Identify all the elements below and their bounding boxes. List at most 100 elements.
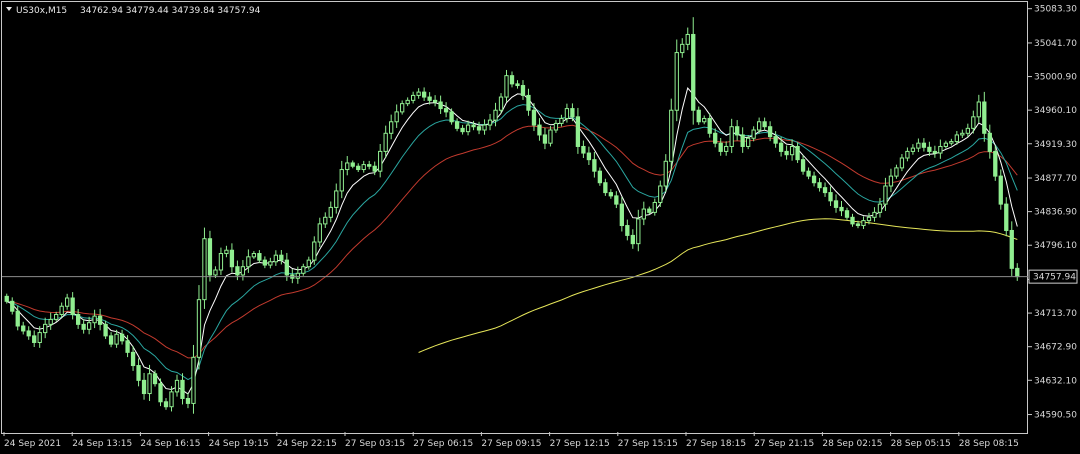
candle-up: [916, 142, 921, 149]
candle-down: [471, 124, 476, 128]
candle-down: [647, 208, 652, 213]
candle-up: [465, 124, 471, 133]
candle-up: [751, 129, 756, 139]
candle-up: [899, 157, 905, 169]
candle-up: [147, 373, 152, 395]
candle-down: [718, 142, 723, 152]
candle-down: [839, 206, 844, 212]
candle-up: [938, 145, 943, 154]
candle-down: [735, 126, 740, 136]
y-axis: 35083.30 35041.70 35000.90 34960.10 34919.30…: [1028, 5, 1077, 421]
candle-up: [960, 132, 965, 136]
candle-down: [520, 85, 526, 96]
candle-down: [141, 379, 147, 395]
candle-down: [4, 295, 9, 302]
candle-down: [421, 91, 427, 98]
candle-up: [202, 238, 207, 301]
candle-down: [784, 150, 789, 156]
candle-up: [702, 117, 707, 123]
candle-down: [833, 200, 839, 208]
x-tick-label: 27 Sep 03:15: [345, 439, 405, 449]
candle-down: [438, 101, 443, 110]
candle-up: [317, 223, 322, 243]
candle-up: [323, 216, 328, 225]
candle-down: [207, 238, 213, 276]
candle-down: [993, 150, 998, 177]
candle-up: [334, 190, 339, 208]
candle-up: [910, 147, 916, 152]
x-tick-label: 28 Sep 02:15: [822, 439, 882, 449]
candle-down: [26, 330, 31, 337]
candle-up: [877, 203, 883, 213]
candle-down: [608, 192, 614, 197]
candle-down: [982, 101, 987, 134]
candle-up: [59, 305, 64, 315]
x-tick-label: 24 Sep 2021: [4, 439, 61, 449]
candle-up: [240, 266, 246, 276]
candle-up: [301, 266, 306, 274]
candle-down: [614, 195, 619, 205]
candle-up: [680, 43, 685, 54]
candle-down: [927, 146, 932, 152]
candle-up: [218, 253, 224, 271]
candle-down: [367, 164, 372, 167]
candle-up: [559, 117, 564, 124]
y-tick-label: 34877.70: [1034, 174, 1077, 184]
candle-down: [921, 142, 927, 148]
candle-up: [410, 94, 416, 101]
candle-down: [460, 127, 465, 133]
candle-up: [383, 132, 388, 152]
candle-up: [493, 109, 498, 121]
candle-down: [427, 96, 432, 101]
candle-down: [350, 162, 355, 167]
candle-up: [789, 145, 795, 156]
candle-up: [685, 33, 690, 45]
candle-up: [674, 52, 679, 111]
candle-down: [691, 33, 696, 111]
candle-up: [361, 164, 366, 171]
y-tick-label: 34713.70: [1034, 309, 1077, 319]
candle-up: [669, 109, 674, 162]
candle-up: [663, 160, 668, 187]
candle-down: [356, 165, 361, 171]
candle-down: [800, 159, 806, 172]
y-tick-label: 34919.30: [1034, 140, 1077, 150]
x-tick-label: 27 Sep 21:15: [754, 439, 814, 449]
candle-up: [658, 185, 663, 203]
candle-down: [542, 134, 548, 144]
x-tick-label: 24 Sep 13:15: [72, 439, 132, 449]
candle-up: [756, 121, 762, 131]
candle-up: [54, 313, 59, 320]
candle-up: [312, 241, 317, 261]
candle-up: [345, 162, 350, 171]
candle-up: [861, 220, 866, 227]
candle-up: [174, 379, 180, 393]
candle-up: [114, 333, 119, 345]
candle-down: [811, 175, 817, 184]
y-tick-label: 34796.10: [1034, 241, 1077, 251]
candle-down: [75, 313, 81, 325]
candle-down: [713, 132, 718, 144]
candle-up: [652, 201, 657, 213]
candle-up: [169, 391, 174, 408]
candle-down: [828, 192, 833, 202]
candle-up: [949, 141, 954, 144]
candle-up: [405, 99, 410, 105]
candle-down: [119, 333, 125, 342]
candle-down: [932, 150, 938, 154]
ohlc-values: 34762.94 34779.44 34739.84 34757.94: [80, 6, 261, 16]
candle-down: [630, 234, 635, 245]
candle-down: [15, 310, 20, 327]
candle-down: [432, 99, 438, 103]
candle-up: [883, 185, 888, 205]
x-tick-label: 24 Sep 22:15: [277, 439, 337, 449]
candle-up: [400, 103, 405, 113]
candle-up: [306, 259, 311, 268]
candle-down: [707, 117, 712, 134]
candle-down: [762, 121, 767, 128]
candle-up: [548, 129, 553, 144]
candle-up: [416, 91, 421, 96]
chart-svg: 35083.30 35041.70 35000.90 34960.10 34919.30…: [1, 1, 1078, 449]
collapse-arrow-icon[interactable]: [6, 7, 12, 11]
candle-down: [152, 373, 158, 385]
